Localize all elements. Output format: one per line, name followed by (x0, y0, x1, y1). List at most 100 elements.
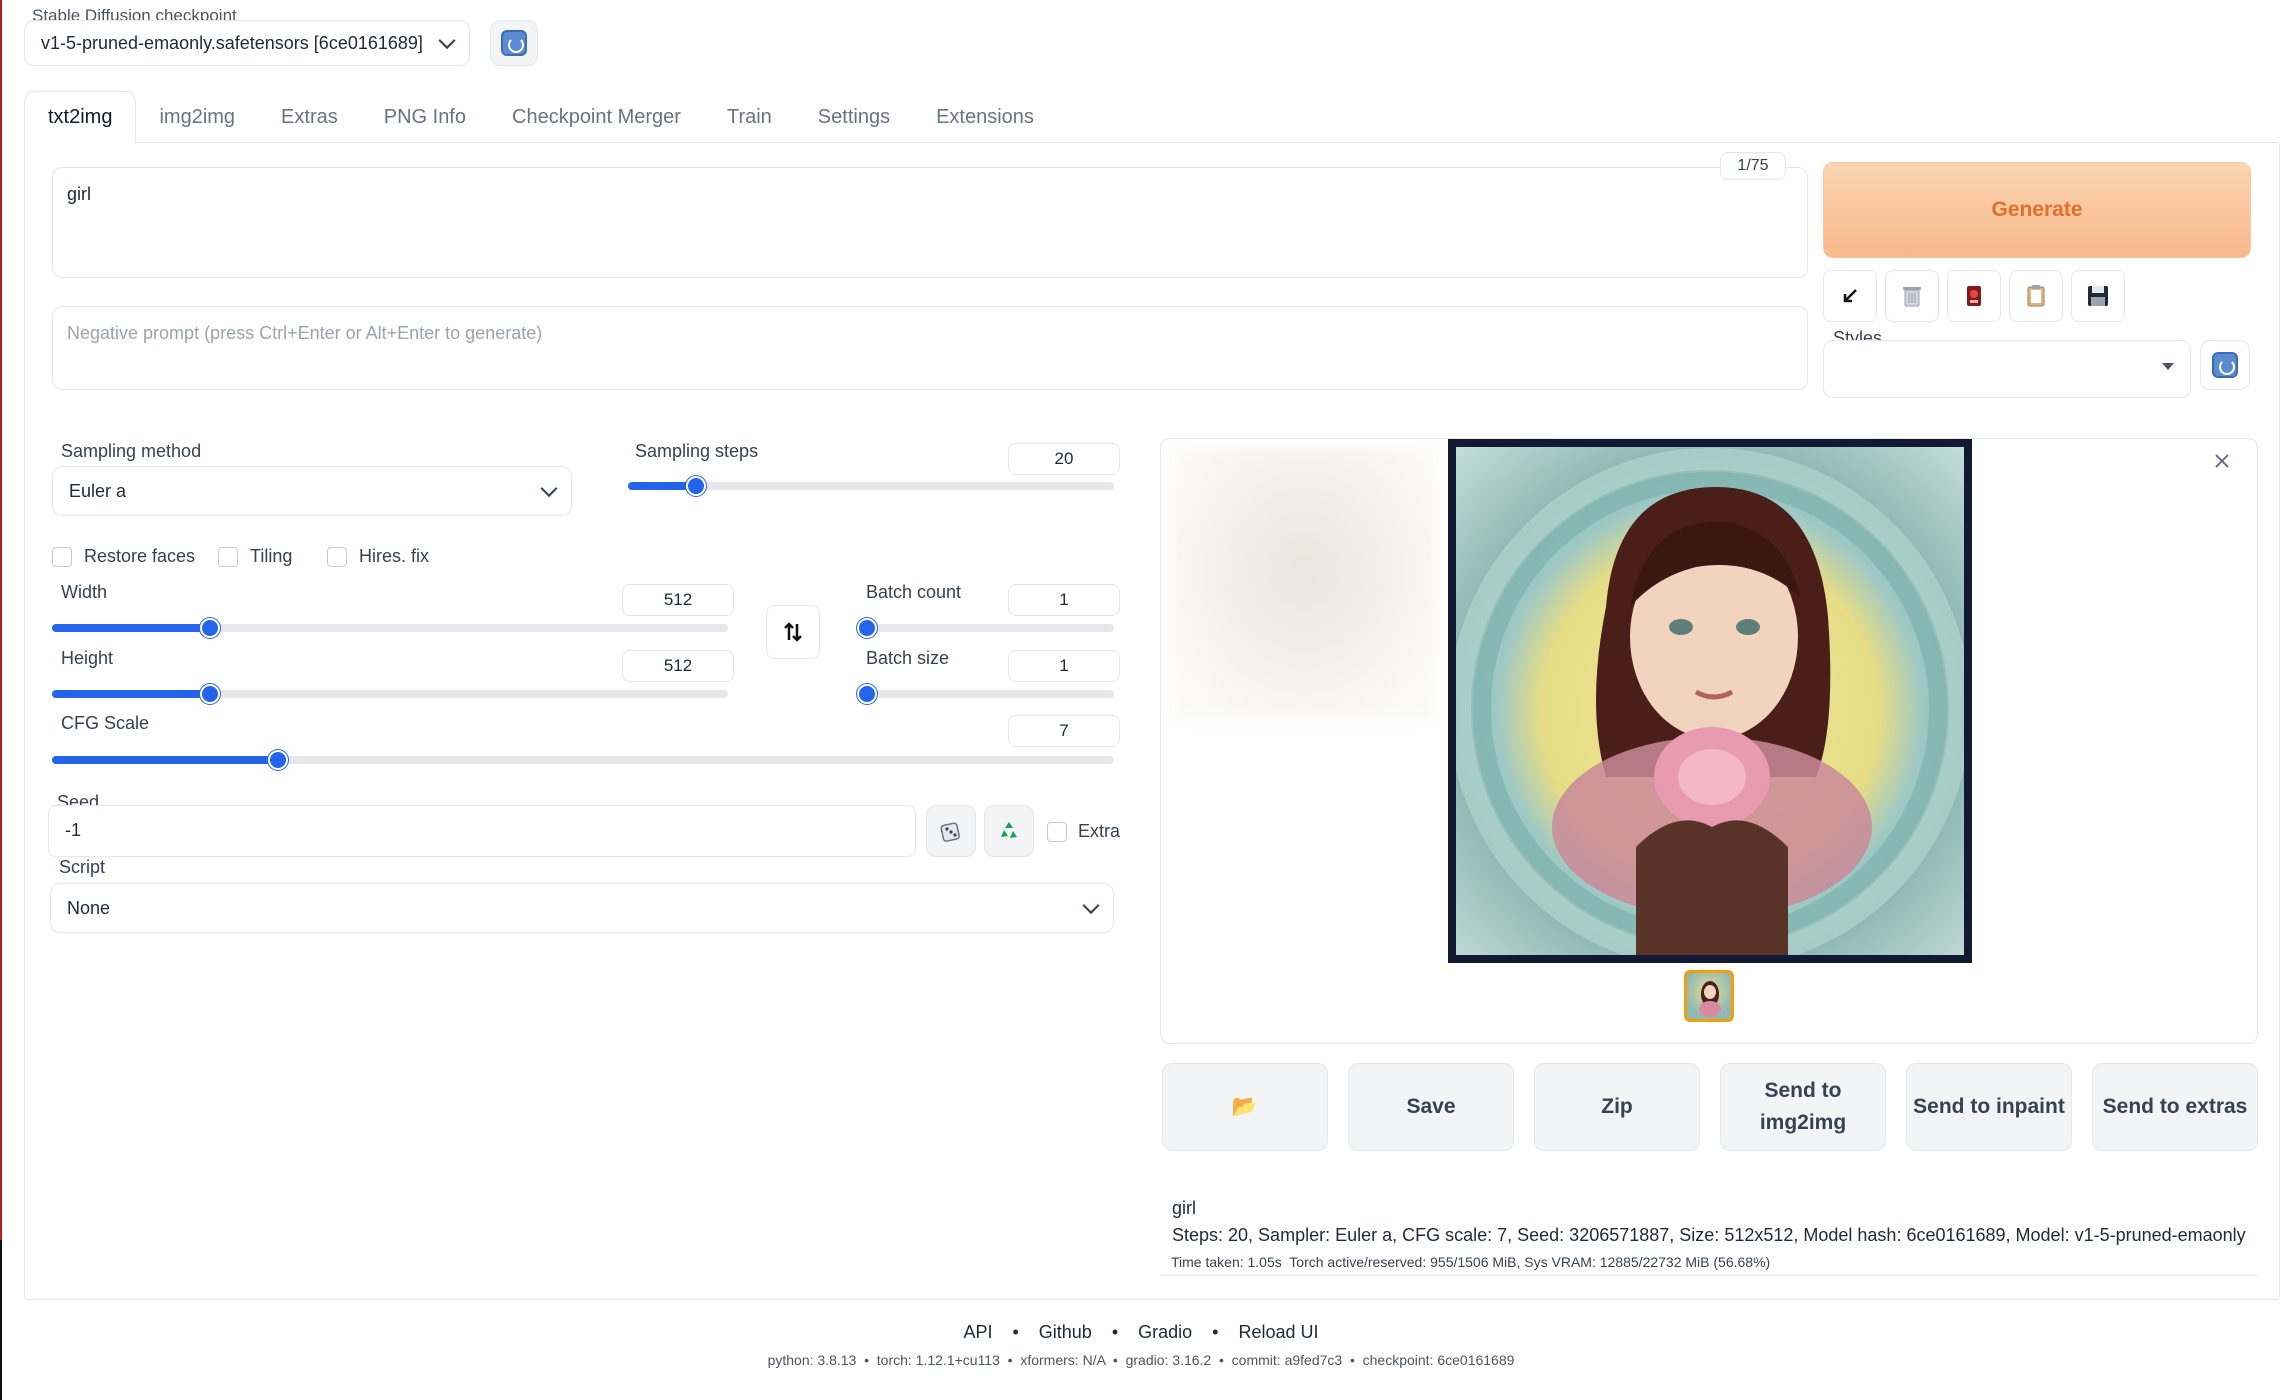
height-slider-thumb[interactable] (200, 684, 220, 704)
negative-prompt-input[interactable]: Negative prompt (press Ctrl+Enter or Alt… (52, 306, 1808, 390)
footer-links: API • Github • Gradio • Reload UI (0, 1322, 2282, 1343)
read-params-button[interactable] (1823, 270, 1877, 322)
chevron-down-icon (438, 32, 456, 50)
sampling-steps-input[interactable]: 20 (1008, 443, 1120, 475)
footer-link-gradio[interactable]: Gradio (1138, 1322, 1192, 1343)
send-to-inpaint-button[interactable]: Send to inpaint (1906, 1063, 2072, 1151)
reuse-seed-button[interactable] (984, 805, 1034, 857)
window-edge (0, 0, 2, 1400)
width-slider-thumb[interactable] (200, 618, 220, 638)
tab-extras[interactable]: Extras (258, 92, 361, 142)
tab-img2img[interactable]: img2img (136, 92, 258, 142)
restore-faces-label: Restore faces (84, 546, 196, 566)
script-select[interactable]: None (50, 883, 1114, 933)
hires-fix-label: Hires. fix (359, 546, 430, 566)
gallery-thumbnail[interactable] (1684, 970, 1734, 1022)
dice-icon (940, 822, 960, 842)
clear-prompt-button[interactable] (1885, 270, 1939, 322)
prompt-input[interactable]: girl (52, 167, 1808, 278)
arrow-down-left-icon (1843, 289, 1857, 303)
height-label: Height (61, 648, 114, 668)
output-parameters: Steps: 20, Sampler: Euler a, CFG scale: … (1172, 1225, 2246, 1245)
portrait-illustration (1456, 448, 1964, 955)
width-input[interactable]: 512 (622, 584, 734, 616)
sampling-steps-label: Sampling steps (635, 441, 759, 461)
swap-arrows-icon (784, 622, 802, 642)
styles-refresh-button[interactable] (2200, 340, 2250, 390)
open-folder-button[interactable]: 📂 (1162, 1063, 1328, 1151)
card-icon (1967, 286, 1981, 306)
cfg-scale-label: CFG Scale (61, 713, 150, 733)
window-edge-dark (0, 1240, 2, 1400)
extra-seed-checkbox[interactable] (1047, 822, 1067, 842)
main-tabs: txt2img img2img Extras PNG Info Checkpoi… (24, 91, 1057, 143)
cfg-scale-slider-fill (52, 756, 278, 764)
refresh-icon (2212, 352, 2238, 378)
close-icon (2215, 454, 2229, 468)
batch-size-label: Batch size (866, 648, 950, 668)
batch-count-slider-thumb[interactable] (857, 618, 877, 638)
script-value: None (67, 897, 111, 918)
hires-fix-checkbox[interactable] (327, 547, 347, 567)
batch-size-input[interactable]: 1 (1008, 650, 1120, 682)
batch-count-label: Batch count (866, 582, 962, 602)
cfg-scale-input[interactable]: 7 (1008, 715, 1120, 747)
sampling-method-select[interactable]: Euler a (52, 466, 572, 516)
apply-style-button[interactable] (2009, 270, 2063, 322)
blurred-preview-image (1172, 448, 1436, 718)
footer-separator: • (1012, 1322, 1019, 1342)
tab-txt2img[interactable]: txt2img (24, 91, 137, 143)
tab-train[interactable]: Train (704, 92, 795, 142)
send-to-img2img-button[interactable]: Send to img2img (1720, 1063, 1886, 1151)
footer-link-api[interactable]: API (963, 1322, 992, 1343)
restore-faces-checkbox[interactable] (52, 547, 72, 567)
output-prompt: girl (1172, 1198, 1197, 1218)
tab-extensions[interactable]: Extensions (913, 92, 1057, 142)
sampling-method-value: Euler a (69, 480, 127, 501)
chevron-down-icon (1082, 897, 1100, 915)
checkpoint-refresh-button[interactable] (490, 20, 538, 66)
swap-dimensions-button[interactable] (766, 605, 820, 659)
output-time-taken: Time taken: 1.05s Torch active/reserved:… (1171, 1254, 1771, 1270)
batch-size-slider-track[interactable] (858, 690, 1114, 698)
height-slider-fill (52, 690, 210, 698)
sampling-steps-slider-thumb[interactable] (686, 476, 706, 496)
random-seed-button[interactable] (926, 805, 976, 857)
save-style-button[interactable] (2071, 270, 2125, 322)
tab-settings[interactable]: Settings (795, 92, 913, 142)
extra-seed-label: Extra (1078, 821, 1121, 841)
height-input[interactable]: 512 (622, 650, 734, 682)
footer-separator: • (1212, 1322, 1219, 1342)
footer-link-github[interactable]: Github (1039, 1322, 1092, 1343)
batch-size-slider-thumb[interactable] (857, 684, 877, 704)
folder-icon: 📂 (1231, 1095, 1259, 1118)
generated-image[interactable] (1448, 439, 1972, 963)
tiling-label: Tiling (250, 546, 293, 566)
styles-select[interactable] (1823, 340, 2191, 398)
tiling-checkbox[interactable] (218, 547, 238, 567)
floppy-disk-icon (2088, 286, 2108, 306)
caret-down-icon (2162, 363, 2174, 370)
save-button[interactable]: Save (1348, 1063, 1514, 1151)
batch-count-slider-track[interactable] (858, 624, 1114, 632)
token-counter: 1/75 (1720, 152, 1786, 180)
generate-button[interactable]: Generate (1823, 162, 2251, 258)
sampling-method-label: Sampling method (61, 441, 202, 461)
checkpoint-select[interactable]: v1-5-pruned-emaonly.safetensors [6ce0161… (24, 20, 470, 66)
send-to-extras-button[interactable]: Send to extras (2092, 1063, 2258, 1151)
chevron-down-icon (540, 480, 558, 498)
footer-link-reload-ui[interactable]: Reload UI (1238, 1322, 1318, 1343)
recycle-icon (1001, 822, 1017, 838)
checkpoint-value: v1-5-pruned-emaonly.safetensors [6ce0161… (41, 32, 423, 53)
cfg-scale-slider-thumb[interactable] (268, 750, 288, 770)
tab-checkpoint-merger[interactable]: Checkpoint Merger (489, 92, 704, 142)
zip-button[interactable]: Zip (1534, 1063, 1700, 1151)
batch-count-input[interactable]: 1 (1008, 584, 1120, 616)
close-gallery-button[interactable] (2213, 452, 2231, 470)
script-label: Script (59, 857, 106, 877)
extra-networks-button[interactable] (1947, 270, 2001, 322)
width-slider-fill (52, 624, 210, 632)
info-divider (1160, 1275, 2258, 1276)
seed-input[interactable]: -1 (48, 805, 916, 857)
tab-png-info[interactable]: PNG Info (361, 92, 489, 142)
